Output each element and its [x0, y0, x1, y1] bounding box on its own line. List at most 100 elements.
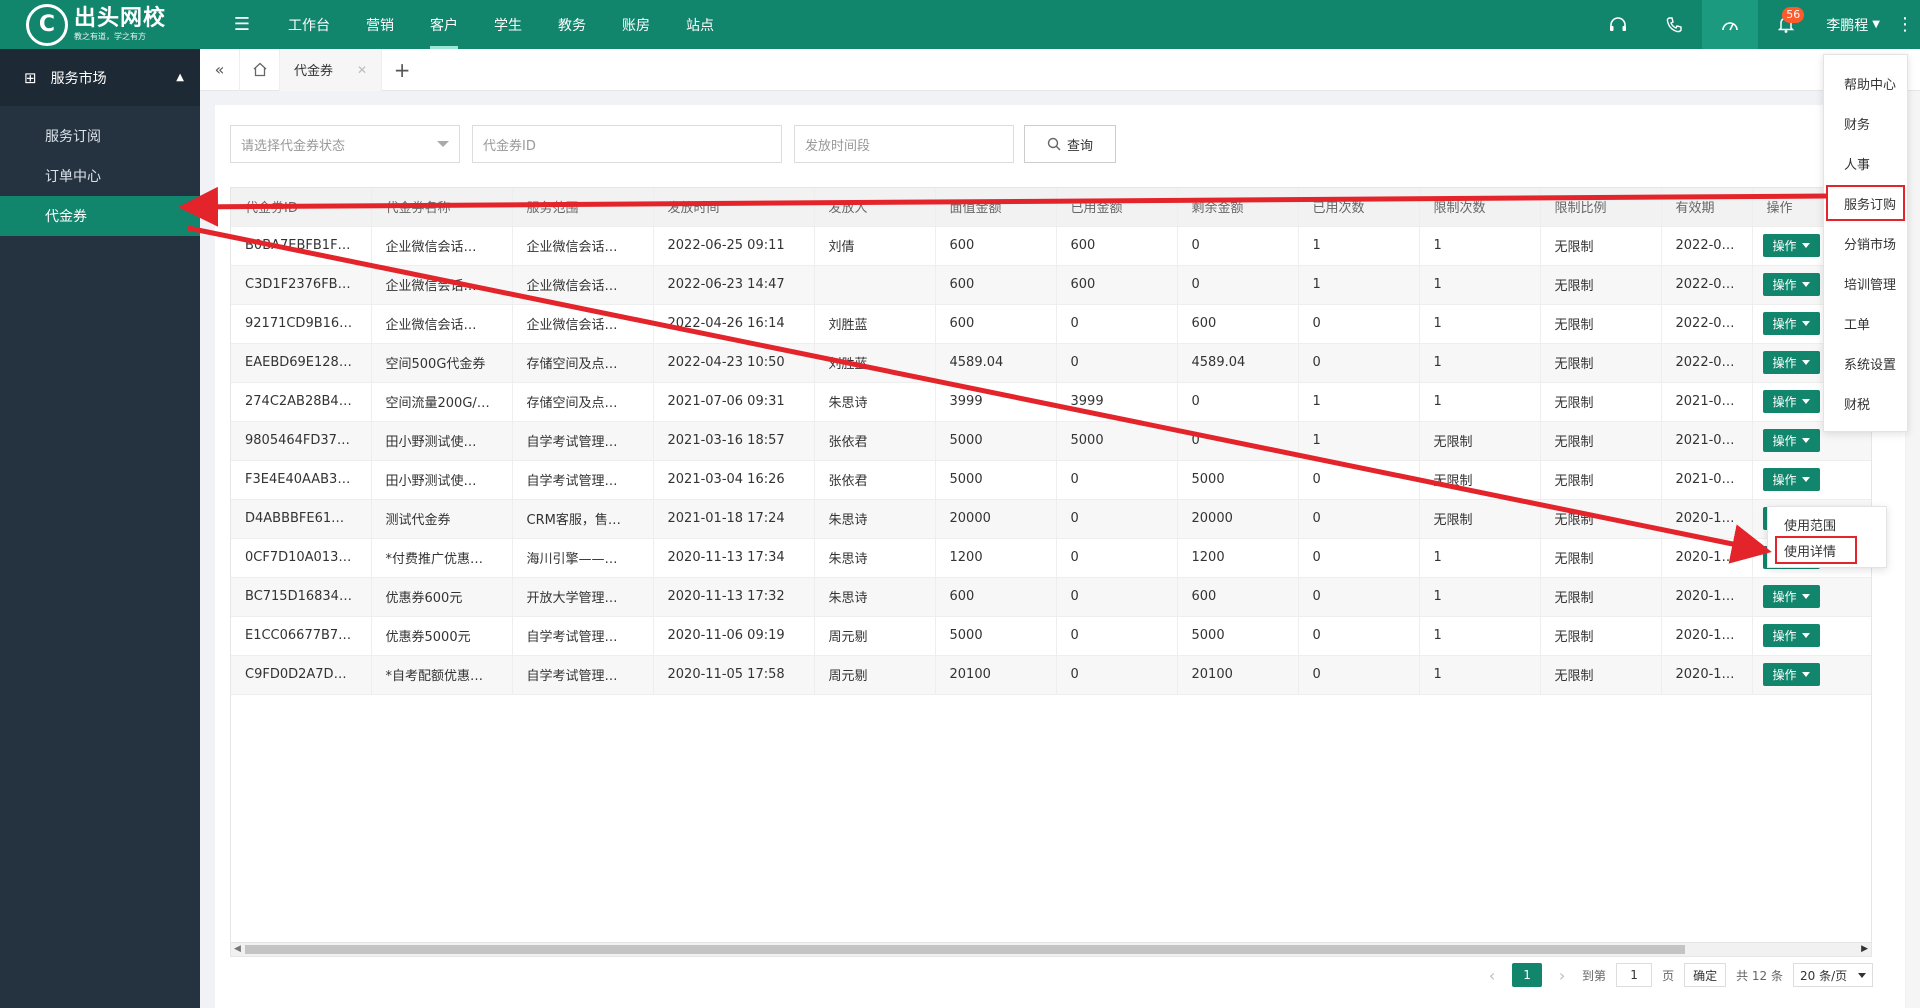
sidebar-group-service-market[interactable]: ⊞ 服务市场 ▲: [0, 49, 200, 106]
table-row[interactable]: B0BA7EBFB1F… 企业微信会话… 企业微信会话… 2022-06-25 09:…: [231, 226, 1871, 266]
bell-icon[interactable]: 56: [1758, 0, 1814, 49]
current-page[interactable]: 1: [1512, 963, 1543, 987]
goto-page-input[interactable]: 1: [1616, 963, 1653, 987]
operation-button[interactable]: 操作: [1762, 585, 1820, 608]
table-cell: 0: [1298, 499, 1420, 539]
menu-item-finance[interactable]: 财务: [1824, 103, 1907, 143]
op-item-usage-scope[interactable]: 使用范围: [1768, 511, 1886, 537]
query-button[interactable]: 查询: [1024, 125, 1116, 163]
table-row[interactable]: 92171CD9B16… 企业微信会话… 企业微信会话… 2022-04-26 16:…: [231, 304, 1871, 344]
date-range-input[interactable]: 发放时间段: [794, 125, 1014, 163]
add-tab-icon[interactable]: +: [382, 58, 422, 82]
table-cell: 600: [1056, 265, 1178, 305]
query-label: 查询: [1066, 138, 1093, 154]
table-cell-operation: 操作: [1752, 577, 1871, 617]
headset-icon[interactable]: [1590, 0, 1646, 49]
pagination: ‹ 1 › 到第 1 页 确定 共 12 条 20 条/页: [1482, 963, 1873, 987]
menu-item-hr[interactable]: 人事: [1824, 143, 1907, 183]
operation-button[interactable]: 操作: [1762, 390, 1820, 413]
table-row[interactable]: 274C2AB28B4… 空间流量200G/… 存储空间及点… 2021-07-06 …: [231, 382, 1871, 422]
menu-icon[interactable]: ☰: [214, 14, 270, 35]
nav-site[interactable]: 站点: [668, 0, 732, 49]
menu-item-distribution-market[interactable]: 分销市场: [1824, 223, 1907, 263]
operation-button[interactable]: 操作: [1762, 312, 1820, 335]
table-row[interactable]: 0CF7D10A013… *付费推广优惠… 海川引擎——… 2020-11-13 17…: [231, 538, 1871, 578]
prev-page-icon[interactable]: ‹: [1482, 966, 1502, 985]
operation-button[interactable]: 操作: [1762, 429, 1820, 452]
table-cell: 600: [1177, 304, 1299, 344]
table-cell: 海川引擎——…: [512, 538, 654, 578]
scroll-right-icon[interactable]: ▶: [1861, 944, 1868, 954]
user-name: 李鹏程: [1826, 17, 1869, 34]
nav-academic[interactable]: 教务: [540, 0, 604, 49]
horizontal-scrollbar[interactable]: ◀ ▶: [231, 942, 1871, 956]
column-header: 限制次数: [1419, 188, 1541, 227]
table-row[interactable]: 9805464FD37… 田小野测试使… 自学考试管理… 2021-03-16 18:…: [231, 421, 1871, 461]
menu-item-system-settings[interactable]: 系统设置: [1824, 343, 1907, 383]
home-icon[interactable]: [240, 48, 280, 91]
menu-item-tax[interactable]: 财税: [1824, 383, 1907, 423]
table-cell: *付费推广优惠…: [371, 538, 513, 578]
logo[interactable]: C 出头网校 教之有道，学之有方: [0, 0, 200, 49]
menu-item-work-order[interactable]: 工单: [1824, 303, 1907, 343]
dashboard-icon[interactable]: [1702, 0, 1759, 49]
nav-customers[interactable]: 客户: [412, 0, 476, 49]
table-cell: 1: [1298, 421, 1420, 461]
table-cell: 5000: [935, 616, 1057, 656]
vertical-scrollbar[interactable]: [1906, 91, 1920, 1008]
table-cell: 0: [1298, 577, 1420, 617]
table-row[interactable]: D4ABBBFE61… 测试代金券 CRM客服，售… 2021-01-18 17:24…: [231, 499, 1871, 539]
menu-item-help-center[interactable]: 帮助中心: [1824, 63, 1907, 103]
table-cell: 张依君: [814, 421, 936, 461]
next-page-icon[interactable]: ›: [1552, 966, 1572, 985]
status-select[interactable]: 请选择代金券状态: [230, 125, 460, 163]
nav-marketing[interactable]: 营销: [348, 0, 412, 49]
operation-label: 操作: [1772, 629, 1797, 643]
operation-button[interactable]: 操作: [1762, 624, 1820, 647]
table-cell: 5000: [935, 421, 1057, 461]
menu-item-service-order[interactable]: 服务订购: [1824, 183, 1907, 223]
collapse-icon[interactable]: «: [200, 48, 240, 91]
sidebar-item-service-subscription[interactable]: 服务订阅: [0, 116, 200, 156]
sidebar-item-voucher[interactable]: 代金券: [0, 196, 200, 236]
table-cell: 20000: [1177, 499, 1299, 539]
tab-voucher[interactable]: 代金券 ✕: [280, 48, 383, 91]
menu-item-training[interactable]: 培训管理: [1824, 263, 1907, 303]
table-row[interactable]: C9FD0D2A7D… *自考配额优惠… 自学考试管理… 2020-11-05 17:…: [231, 655, 1871, 695]
close-icon[interactable]: ✕: [357, 63, 367, 77]
operation-button[interactable]: 操作: [1762, 351, 1820, 374]
operation-button[interactable]: 操作: [1762, 234, 1820, 257]
nav-accounts[interactable]: 账房: [604, 0, 668, 49]
table-row[interactable]: EAEBD69E128… 空间500G代金券 存储空间及点… 2022-04-23 1…: [231, 343, 1871, 383]
table-cell: 5000: [1056, 421, 1178, 461]
operation-button[interactable]: 操作: [1762, 468, 1820, 491]
goto-confirm-button[interactable]: 确定: [1684, 963, 1727, 987]
caret-down-icon: [1801, 594, 1810, 599]
operation-button[interactable]: 操作: [1762, 663, 1820, 686]
table-cell: 0: [1298, 304, 1420, 344]
column-header: 服务范围: [512, 188, 654, 227]
nav-workbench[interactable]: 工作台: [270, 0, 348, 49]
more-vertical-icon[interactable]: ⋮: [1890, 14, 1920, 35]
phone-icon[interactable]: [1646, 0, 1702, 49]
table-cell: 无限制: [1540, 616, 1662, 656]
page-size-select[interactable]: 20 条/页: [1793, 963, 1873, 987]
table-cell: 2020-11-13 17:32: [653, 577, 815, 617]
sidebar-item-order-center[interactable]: 订单中心: [0, 156, 200, 196]
table-row[interactable]: C3D1F2376FB… 企业微信会话… 企业微信会话… 2022-06-23 14:…: [231, 265, 1871, 305]
table-cell: 2020-11-13: [1661, 577, 1753, 617]
voucher-id-input[interactable]: 代金券ID: [472, 125, 782, 163]
table-cell: 1: [1298, 382, 1420, 422]
user-menu[interactable]: 李鹏程 ▼: [1814, 15, 1890, 35]
table-row[interactable]: F3E4E40AAB3… 田小野测试使… 自学考试管理… 2021-03-04 16:…: [231, 460, 1871, 500]
table-cell: 2020-11-05: [1661, 655, 1753, 695]
operation-button[interactable]: 操作: [1762, 273, 1820, 296]
scroll-left-icon[interactable]: ◀: [234, 944, 241, 954]
table-row[interactable]: BC715D16834… 优惠券600元 开放大学管理… 2020-11-13 17:…: [231, 577, 1871, 617]
table-cell: 1: [1419, 265, 1541, 305]
op-item-usage-details[interactable]: 使用详情: [1775, 536, 1857, 564]
nav-students[interactable]: 学生: [476, 0, 540, 49]
table-row[interactable]: E1CC06677B7… 优惠券5000元 自学考试管理… 2020-11-06 09…: [231, 616, 1871, 656]
table-cell: 5000: [1177, 616, 1299, 656]
scrollbar-thumb[interactable]: [245, 945, 1685, 954]
